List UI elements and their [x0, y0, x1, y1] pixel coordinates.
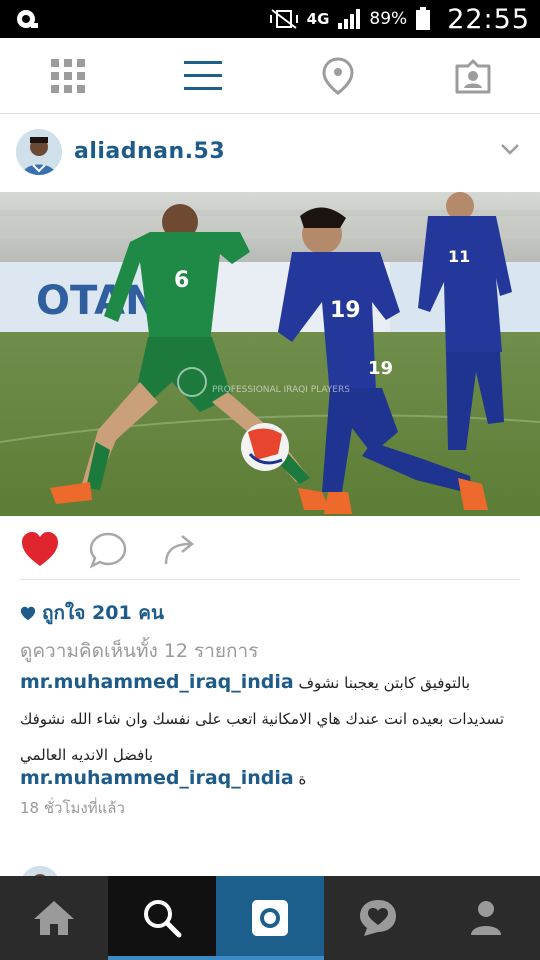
battery-icon: [416, 7, 431, 30]
tab-activity[interactable]: [324, 876, 432, 960]
comment-text: ة: [298, 770, 307, 788]
comment: mr.muhammed_iraq_india بالتوفيق كابتن يع…: [20, 664, 520, 773]
network-type: 4G: [306, 10, 330, 28]
list-view-icon: [183, 61, 222, 90]
signal-icon: [338, 9, 361, 29]
location-icon: [321, 57, 354, 95]
share-icon[interactable]: [160, 530, 200, 570]
comment-username[interactable]: mr.muhammed_iraq_india: [20, 767, 294, 789]
post-timestamp: 18 ชั่วโมงที่แล้ว: [20, 799, 125, 817]
tab-search[interactable]: [108, 876, 216, 960]
battery-percent: 89%: [369, 9, 408, 29]
comment-icon[interactable]: [88, 530, 128, 570]
bottom-navigation: [0, 876, 540, 960]
home-icon: [34, 901, 74, 935]
tagged-photos-icon: [455, 59, 490, 94]
tab-profile[interactable]: [432, 876, 540, 960]
profile-icon: [471, 901, 501, 935]
post-actions: [0, 516, 540, 580]
soccer-ball: [241, 423, 289, 471]
tab-home[interactable]: [0, 876, 108, 960]
status-bar: 4G 89% 22:55: [0, 0, 540, 38]
camera-icon: [252, 900, 288, 936]
actions-divider: [20, 579, 520, 580]
svg-text:PROFESSIONAL IRAQI PLAYERS: PROFESSIONAL IRAQI PLAYERS: [212, 385, 350, 395]
small-heart-icon: [20, 606, 36, 620]
chevron-down-icon[interactable]: [500, 142, 520, 156]
avatar[interactable]: [16, 129, 62, 175]
soccer-match-image: OTAN 6 19 19 11 PROFESSIONAL IRAQI PLAYE…: [0, 192, 540, 516]
post-username[interactable]: aliadnan.53: [74, 139, 225, 164]
tab-camera[interactable]: [216, 876, 324, 960]
svg-text:19: 19: [368, 358, 393, 379]
tagged-photos-button[interactable]: [405, 38, 540, 114]
search-icon: [144, 900, 182, 938]
svg-text:6: 6: [174, 268, 189, 293]
like-heart-icon[interactable]: [20, 530, 60, 570]
activity-heart-icon: [360, 900, 396, 936]
user-avatar-icon: [16, 129, 62, 175]
clock: 22:55: [447, 3, 530, 35]
mute-vibrate-icon: [269, 9, 298, 29]
likes-text: ถูกใจ 201 คน: [42, 602, 165, 624]
instagram-screen: 4G 89% 22:55 aliadnan.53 OTAN 6 19 19 11…: [0, 0, 540, 960]
comment: mr.muhammed_iraq_india ة: [20, 760, 520, 797]
svg-text:11: 11: [448, 247, 470, 266]
banner-text: OTAN: [36, 278, 159, 324]
grid-view-button[interactable]: [0, 38, 135, 114]
notification-icon: [17, 10, 38, 28]
post-photo[interactable]: OTAN 6 19 19 11 PROFESSIONAL IRAQI PLAYE…: [0, 192, 540, 516]
post-header: aliadnan.53: [0, 114, 540, 192]
svg-text:19: 19: [330, 298, 361, 323]
view-all-comments-link[interactable]: ดูความคิดเห็นทั้ง 12 รายการ: [20, 636, 258, 666]
location-view-button[interactable]: [270, 38, 405, 114]
profile-view-tabs: [0, 38, 540, 114]
list-view-button[interactable]: [135, 38, 270, 114]
comment-username[interactable]: mr.muhammed_iraq_india: [20, 671, 294, 693]
likes-count[interactable]: ถูกใจ 201 คน: [20, 598, 164, 628]
grid-view-icon: [50, 59, 85, 93]
